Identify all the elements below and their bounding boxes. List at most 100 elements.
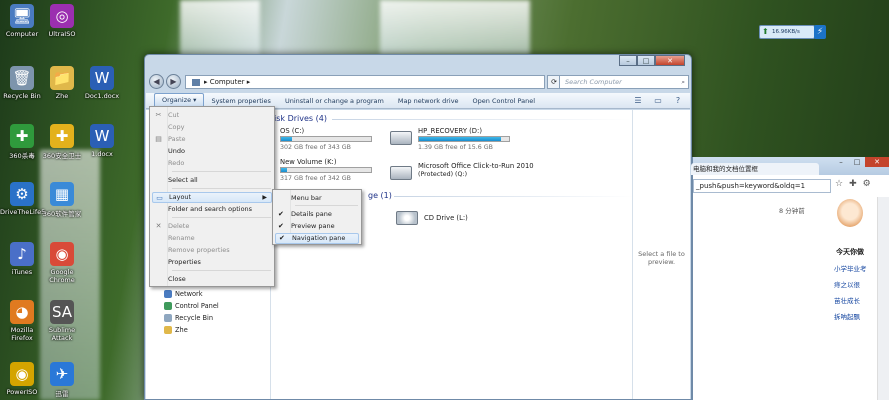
back-button[interactable]: ◀ xyxy=(149,74,164,89)
maximize-button[interactable]: □ xyxy=(637,55,655,66)
help-icon[interactable]: ? xyxy=(672,95,684,106)
desktop-icon-label: Recycle Bin xyxy=(3,92,41,100)
computer-icon: 🖥 xyxy=(10,4,34,28)
browser-close-button[interactable]: ✕ xyxy=(865,157,889,167)
drive-free-space: 317 GB free of 342 GB xyxy=(280,175,351,182)
open-control-panel-button[interactable]: Open Control Panel xyxy=(466,93,543,109)
sidebar-link[interactable]: 拆呐起飘 xyxy=(834,311,860,321)
menu-item-delete[interactable]: ✕ Delete xyxy=(152,221,272,232)
desktop-icon[interactable]: ◎ UltraISO xyxy=(40,4,84,38)
address-bar[interactable]: ▸ Computer ▸ xyxy=(185,75,545,89)
desktop-icon-label: UltraISO xyxy=(48,30,76,38)
browser-scrollbar[interactable] xyxy=(877,197,889,400)
submenu-item-details-pane[interactable]: ✔ Details pane xyxy=(275,209,359,220)
desktop-icon[interactable]: ◉ Google Chrome xyxy=(40,242,84,284)
change-view-icon[interactable]: ☰ xyxy=(632,95,644,106)
uninstall-program-button[interactable]: Uninstall or change a program xyxy=(278,93,391,109)
map-network-drive-button[interactable]: Map network drive xyxy=(391,93,466,109)
nav-item-zhe[interactable]: Zhe xyxy=(164,326,188,334)
menu-item-properties[interactable]: Properties xyxy=(152,257,272,268)
forward-button[interactable]: ▶ xyxy=(166,74,181,89)
menu-item-select-all[interactable]: Select all xyxy=(152,175,272,186)
nav-label: Network xyxy=(175,290,203,298)
submenu-item-navigation-pane[interactable]: ✔ Navigation pane xyxy=(275,233,359,244)
menu-item-label: Remove properties xyxy=(168,246,230,254)
menu-item-folder-and-search-options[interactable]: Folder and search options xyxy=(152,204,272,215)
browser-minimize-button[interactable]: – xyxy=(833,157,849,167)
browser-url-bar[interactable]: _push&push=keyword&oldq=1 xyxy=(693,179,831,193)
desktop-icon-label: Doc1.docx xyxy=(84,92,120,100)
menu-separator xyxy=(295,205,358,206)
drive-usage-fill xyxy=(281,137,292,141)
desktop-icon-label: 1.docx xyxy=(91,150,113,158)
desktop-icon[interactable]: ♪ iTunes xyxy=(0,242,44,276)
network-speed-widget[interactable]: ⬆ 16.96KB/s ⚡ xyxy=(759,25,826,39)
submenu-item-label: Navigation pane xyxy=(292,234,346,242)
menu-item-redo[interactable]: Redo xyxy=(152,158,272,169)
avatar[interactable] xyxy=(837,199,863,227)
hard-disk-group-header[interactable]: isk Drives (4) xyxy=(274,114,327,123)
menu-item-close[interactable]: Close xyxy=(152,274,272,285)
desktop-icon[interactable]: W Doc1.docx xyxy=(80,66,124,100)
extension-icon[interactable]: ✚ xyxy=(849,179,857,189)
disc-icon: ◎ xyxy=(50,4,74,28)
group-divider xyxy=(394,196,634,197)
submenu-item-preview-pane[interactable]: ✔ Preview pane xyxy=(275,221,359,232)
drive-name: OS (C:) xyxy=(280,127,305,135)
desktop-icon[interactable]: SA Sublime Attack xyxy=(40,300,84,342)
menu-item-layout[interactable]: ▭ Layout ▶ xyxy=(152,192,272,203)
address-text: Computer xyxy=(209,78,245,86)
antivirus-icon: ✚ xyxy=(10,124,34,148)
removable-group-header[interactable]: ge (1) xyxy=(368,191,392,200)
nav-label: Control Panel xyxy=(175,302,219,310)
desktop-icon[interactable]: 📁 Zhe xyxy=(40,66,84,100)
menu-item-paste[interactable]: ▤ Paste xyxy=(152,134,272,145)
drive-l[interactable]: CD Drive (L:) xyxy=(396,207,536,237)
menu-item-undo[interactable]: Undo xyxy=(152,146,272,157)
nav-item-network[interactable]: Network xyxy=(164,290,203,298)
folder-icon: 📁 xyxy=(50,66,74,90)
checkmark-icon: ✔ xyxy=(278,210,284,218)
desktop-icon[interactable]: ◕ Mozilla Firefox xyxy=(0,300,44,342)
browser-maximize-button[interactable]: □ xyxy=(849,157,865,167)
menu-item-label: Layout xyxy=(169,193,192,201)
sidebar-link[interactable]: 痔之以很 xyxy=(834,279,860,289)
scissors-icon: ✂ xyxy=(155,111,162,119)
desktop-icon[interactable]: ▦ 360软件管家 xyxy=(40,182,84,218)
desktop-icon[interactable]: 🖥 Computer xyxy=(0,4,44,38)
menu-item-cut[interactable]: ✂ Cut xyxy=(152,110,272,121)
menu-item-rename[interactable]: Rename xyxy=(152,233,272,244)
submenu-item-menu-bar[interactable]: Menu bar xyxy=(275,193,359,204)
desktop-icon[interactable]: ✈ 迅雷 xyxy=(40,362,84,398)
menu-item-copy[interactable]: Copy xyxy=(152,122,272,133)
desktop-icon-label: Google Chrome xyxy=(49,268,75,284)
drive-name: HP_RECOVERY (D:) xyxy=(418,127,482,135)
star-icon[interactable]: ☆ xyxy=(835,179,843,189)
post-time: 8 分钟前 xyxy=(779,207,805,215)
drive-d[interactable]: HP_RECOVERY (D:) 1.39 GB free of 15.6 GB xyxy=(390,127,530,157)
desktop-icon[interactable]: ✚ 360杀毒 xyxy=(0,124,44,160)
desktop-icon[interactable]: ⚙ DriveTheLife5 xyxy=(0,182,45,216)
menu-item-remove-properties[interactable]: Remove properties xyxy=(152,245,272,256)
preview-pane-icon[interactable]: ▭ xyxy=(652,95,664,106)
nav-label: Recycle Bin xyxy=(175,314,214,322)
desktop-icon[interactable]: 🗑 Recycle Bin xyxy=(0,66,44,100)
drive-q[interactable]: Microsoft Office Click-to-Run 2010 (Prot… xyxy=(390,162,570,192)
nav-item-recycle-bin[interactable]: Recycle Bin xyxy=(164,314,213,322)
sidebar-link[interactable]: 小学毕业考 xyxy=(834,263,867,273)
security-guard-icon: ✚ xyxy=(50,124,74,148)
browser-window-controls: – □ ✕ xyxy=(833,157,889,167)
desktop-icon[interactable]: W 1.docx xyxy=(80,124,124,158)
nav-item-control-panel[interactable]: Control Panel xyxy=(164,302,219,310)
bolt-icon[interactable]: ⚡ xyxy=(814,25,826,39)
browser-tab[interactable]: 电脑和我的文档位置框 xyxy=(691,163,819,175)
desktop-icon[interactable]: ◉ PowerISO xyxy=(0,362,44,396)
menu-item-label: Properties xyxy=(168,258,201,266)
search-input[interactable]: Search Computer ⌕ xyxy=(559,75,689,89)
sidebar-link[interactable]: 苗壮成长 xyxy=(834,295,860,305)
desktop-icon[interactable]: ✚ 360安全卫士 xyxy=(40,124,84,160)
wrench-icon[interactable]: ⚙ xyxy=(863,179,871,189)
close-button[interactable]: ✕ xyxy=(655,55,685,66)
minimize-button[interactable]: – xyxy=(619,55,637,66)
search-placeholder: Search Computer xyxy=(565,78,622,86)
